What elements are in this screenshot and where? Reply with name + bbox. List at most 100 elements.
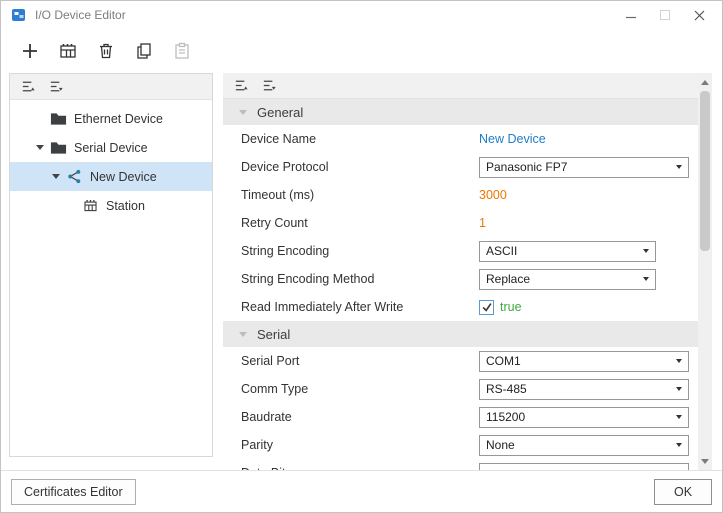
property-label: Comm Type [241, 382, 479, 396]
retry-count-value[interactable]: 1 [479, 216, 486, 230]
section-title: Serial [257, 327, 290, 342]
property-label: String Encoding [241, 244, 479, 258]
titlebar: I/O Device Editor [1, 1, 722, 29]
property-label: Serial Port [241, 354, 479, 368]
delete-button[interactable] [93, 38, 119, 64]
property-panel-toolbar [223, 73, 698, 99]
chevron-down-icon [676, 415, 682, 419]
dropdown-value: RS-485 [486, 382, 670, 396]
dropdown-value: 115200 [486, 410, 670, 424]
comm-type-dropdown[interactable]: RS-485 [479, 379, 689, 400]
collapse-all-icon[interactable] [231, 76, 251, 96]
vertical-scrollbar[interactable] [698, 73, 712, 470]
property-label: Device Name [241, 132, 479, 146]
property-label: Timeout (ms) [241, 188, 479, 202]
property-row-clipped: Data Bits [223, 459, 698, 470]
property-row-string-encoding: String Encoding ASCII [223, 237, 698, 265]
chevron-down-icon [676, 443, 682, 447]
chevron-down-icon[interactable] [32, 145, 48, 150]
property-label: Data Bits [241, 466, 479, 470]
property-row-timeout: Timeout (ms) 3000 [223, 181, 698, 209]
chevron-down-icon [643, 277, 649, 281]
timeout-value[interactable]: 3000 [479, 188, 507, 202]
property-label: Read Immediately After Write [241, 300, 479, 314]
copy-button[interactable] [131, 38, 157, 64]
tree-item-label: Serial Device [74, 141, 148, 155]
add-station-button[interactable] [55, 38, 81, 64]
dropdown-value: ASCII [486, 244, 637, 258]
maximize-button[interactable] [648, 2, 682, 28]
tree-item-station[interactable]: Station [10, 191, 212, 220]
collapse-all-icon[interactable] [18, 77, 38, 97]
serial-port-dropdown[interactable]: COM1 [479, 351, 689, 372]
dropdown-value: COM1 [486, 354, 670, 368]
footer: Certificates Editor OK [1, 470, 722, 512]
expand-all-icon[interactable] [46, 77, 66, 97]
station-icon [80, 197, 100, 214]
parity-dropdown[interactable]: None [479, 435, 689, 456]
property-row-parity: Parity None [223, 431, 698, 459]
app-icon [11, 7, 27, 23]
baudrate-dropdown[interactable]: 115200 [479, 407, 689, 428]
tree-item-label: Ethernet Device [74, 112, 163, 126]
read-immediately-checkbox[interactable] [479, 300, 494, 315]
property-row-baudrate: Baudrate 115200 [223, 403, 698, 431]
string-encoding-dropdown[interactable]: ASCII [479, 241, 656, 262]
string-encoding-method-dropdown[interactable]: Replace [479, 269, 656, 290]
scrollbar-thumb[interactable] [700, 91, 710, 251]
main-area: Ethernet Device Serial Device [1, 73, 722, 470]
certificates-editor-button[interactable]: Certificates Editor [11, 479, 136, 505]
dropdown-value: None [486, 438, 670, 452]
section-header-general[interactable]: General [223, 99, 698, 125]
tree-item-ethernet-device[interactable]: Ethernet Device [10, 104, 212, 133]
property-label: Parity [241, 438, 479, 452]
property-grid: General Device Name New Device Device Pr… [223, 99, 698, 470]
tree-item-label: Station [106, 199, 145, 213]
property-row-serial-port: Serial Port COM1 [223, 347, 698, 375]
chevron-down-icon [239, 332, 247, 337]
property-row-retry-count: Retry Count 1 [223, 209, 698, 237]
clipped-dropdown[interactable] [479, 463, 689, 471]
device-icon [64, 168, 84, 185]
window-title: I/O Device Editor [35, 8, 126, 22]
chevron-down-icon [676, 359, 682, 363]
device-tree: Ethernet Device Serial Device [10, 100, 212, 456]
property-row-read-immediately: Read Immediately After Write true [223, 293, 698, 321]
property-label: Baudrate [241, 410, 479, 424]
add-device-button[interactable] [17, 38, 43, 64]
property-row-device-name: Device Name New Device [223, 125, 698, 153]
scroll-down-icon[interactable] [698, 454, 712, 468]
device-name-value[interactable]: New Device [479, 132, 546, 146]
folder-icon [48, 141, 68, 155]
tree-item-serial-device[interactable]: Serial Device [10, 133, 212, 162]
scroll-up-icon[interactable] [698, 75, 712, 89]
tree-item-label: New Device [90, 170, 157, 184]
chevron-down-icon [676, 387, 682, 391]
toolbar [1, 29, 722, 73]
expand-all-icon[interactable] [259, 76, 279, 96]
section-title: General [257, 105, 303, 120]
chevron-down-icon [239, 110, 247, 115]
dropdown-value: Panasonic FP7 [486, 160, 670, 174]
device-tree-panel: Ethernet Device Serial Device [9, 73, 213, 457]
property-row-string-encoding-method: String Encoding Method Replace [223, 265, 698, 293]
dropdown-value: Replace [486, 272, 637, 286]
close-button[interactable] [682, 2, 716, 28]
tree-panel-toolbar [10, 74, 212, 100]
chevron-down-icon[interactable] [48, 174, 64, 179]
property-label: String Encoding Method [241, 272, 479, 286]
property-row-comm-type: Comm Type RS-485 [223, 375, 698, 403]
property-row-device-protocol: Device Protocol Panasonic FP7 [223, 153, 698, 181]
io-device-editor-window: I/O Device Editor [0, 0, 723, 513]
property-label: Retry Count [241, 216, 479, 230]
checkbox-value-label: true [500, 300, 522, 314]
device-protocol-dropdown[interactable]: Panasonic FP7 [479, 157, 689, 178]
folder-icon [48, 112, 68, 126]
paste-button[interactable] [169, 38, 195, 64]
ok-button[interactable]: OK [654, 479, 712, 505]
chevron-down-icon [676, 165, 682, 169]
minimize-button[interactable] [614, 2, 648, 28]
property-panel: General Device Name New Device Device Pr… [223, 73, 712, 470]
section-header-serial[interactable]: Serial [223, 321, 698, 347]
tree-item-new-device[interactable]: New Device [10, 162, 212, 191]
